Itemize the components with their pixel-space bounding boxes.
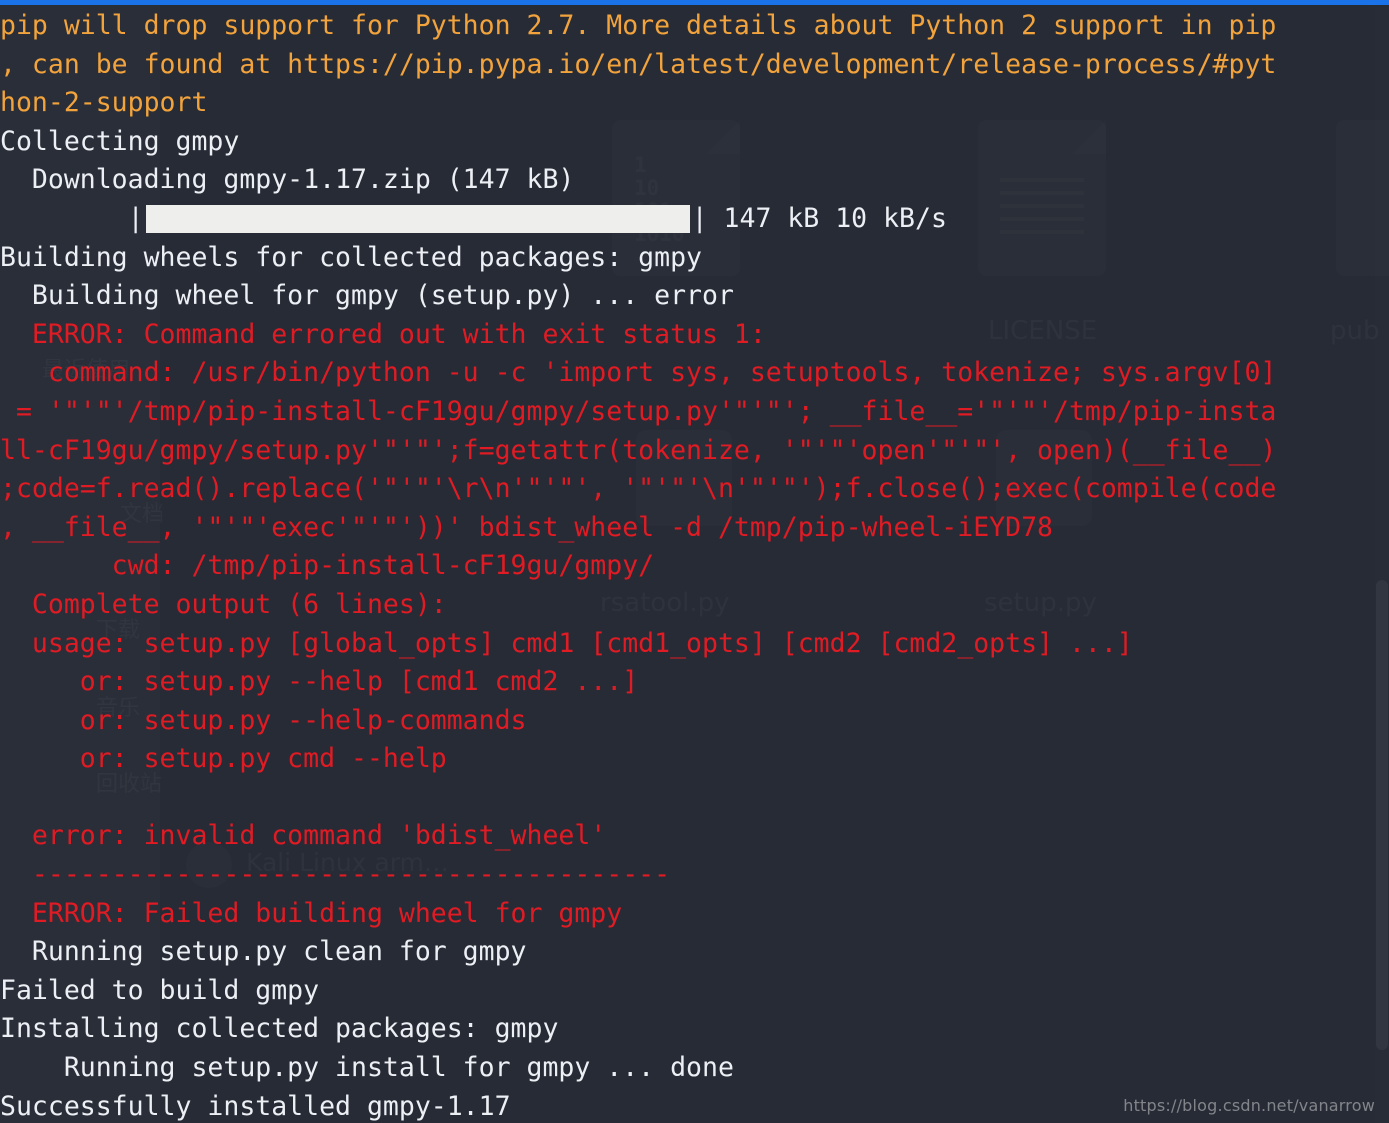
terminal-line: Complete output (6 lines):: [0, 588, 447, 620]
progress-indent: [0, 200, 128, 239]
terminal-line: Building wheel for gmpy (setup.py) ... e…: [0, 280, 734, 312]
terminal-line: Failed to build gmpy: [0, 974, 320, 1006]
terminal-line: cwd: /tmp/pip-install-cF19gu/gmpy/: [0, 550, 655, 582]
terminal-line: usage: setup.py [global_opts] cmd1 [cmd1…: [0, 627, 1133, 659]
terminal-window: 最近使用 下载 音乐 回收站 文档 1101011010 LICENSE pub…: [0, 0, 1389, 1123]
terminal-line: ERROR: Failed building wheel for gmpy: [0, 897, 623, 929]
terminal-line: ERROR: Command errored out with exit sta…: [0, 318, 766, 350]
progress-bar-fill: [145, 205, 690, 234]
terminal-line: Installing collected packages: gmpy: [0, 1013, 559, 1045]
terminal-line: , can be found at https://pip.pypa.io/en…: [0, 48, 1277, 80]
terminal-line: , __file__, '"'"'exec'"'"'))' bdist_whee…: [0, 511, 1053, 543]
terminal-line: or: setup.py --help-commands: [0, 704, 527, 736]
terminal-line: or: setup.py cmd --help: [0, 743, 447, 775]
terminal-output[interactable]: pip will drop support for Python 2.7. Mo…: [0, 7, 1389, 1123]
terminal-line: ;code=f.read().replace('"'"'\r\n'"'"', '…: [0, 473, 1277, 505]
terminal-line: Building wheels for collected packages: …: [0, 241, 702, 273]
download-progress-row: | | 147 kB 10 kB/s: [0, 200, 1389, 239]
terminal-line: ----------------------------------------: [0, 859, 671, 891]
scrollbar-thumb[interactable]: [1376, 580, 1388, 1050]
progress-right-pipe: |: [691, 202, 708, 234]
terminal-line: Collecting gmpy: [0, 125, 240, 157]
terminal-line: Downloading gmpy-1.17.zip (147 kB): [0, 164, 575, 196]
terminal-line: error: invalid command 'bdist_wheel': [0, 820, 607, 852]
terminal-line: ll-cF19gu/gmpy/setup.py'"'"';f=getattr(t…: [0, 434, 1277, 466]
terminal-line: Running setup.py install for gmpy ... do…: [0, 1052, 734, 1084]
terminal-line: or: setup.py --help [cmd1 cmd2 ...]: [0, 666, 639, 698]
progress-summary: 147 kB 10 kB/s: [707, 202, 947, 234]
terminal-line: Running setup.py clean for gmpy: [0, 936, 527, 968]
terminal-line: = '"'"'/tmp/pip-install-cF19gu/gmpy/setu…: [0, 395, 1277, 427]
progress-left-pipe: |: [127, 202, 144, 234]
terminal-line: command: /usr/bin/python -u -c 'import s…: [0, 357, 1277, 389]
csdn-watermark: https://blog.csdn.net/vanarrow: [1123, 1096, 1375, 1115]
window-accent-bar: [0, 0, 1389, 5]
terminal-line: pip will drop support for Python 2.7. Mo…: [0, 10, 1277, 41]
terminal-line: hon-2-support: [0, 87, 208, 119]
